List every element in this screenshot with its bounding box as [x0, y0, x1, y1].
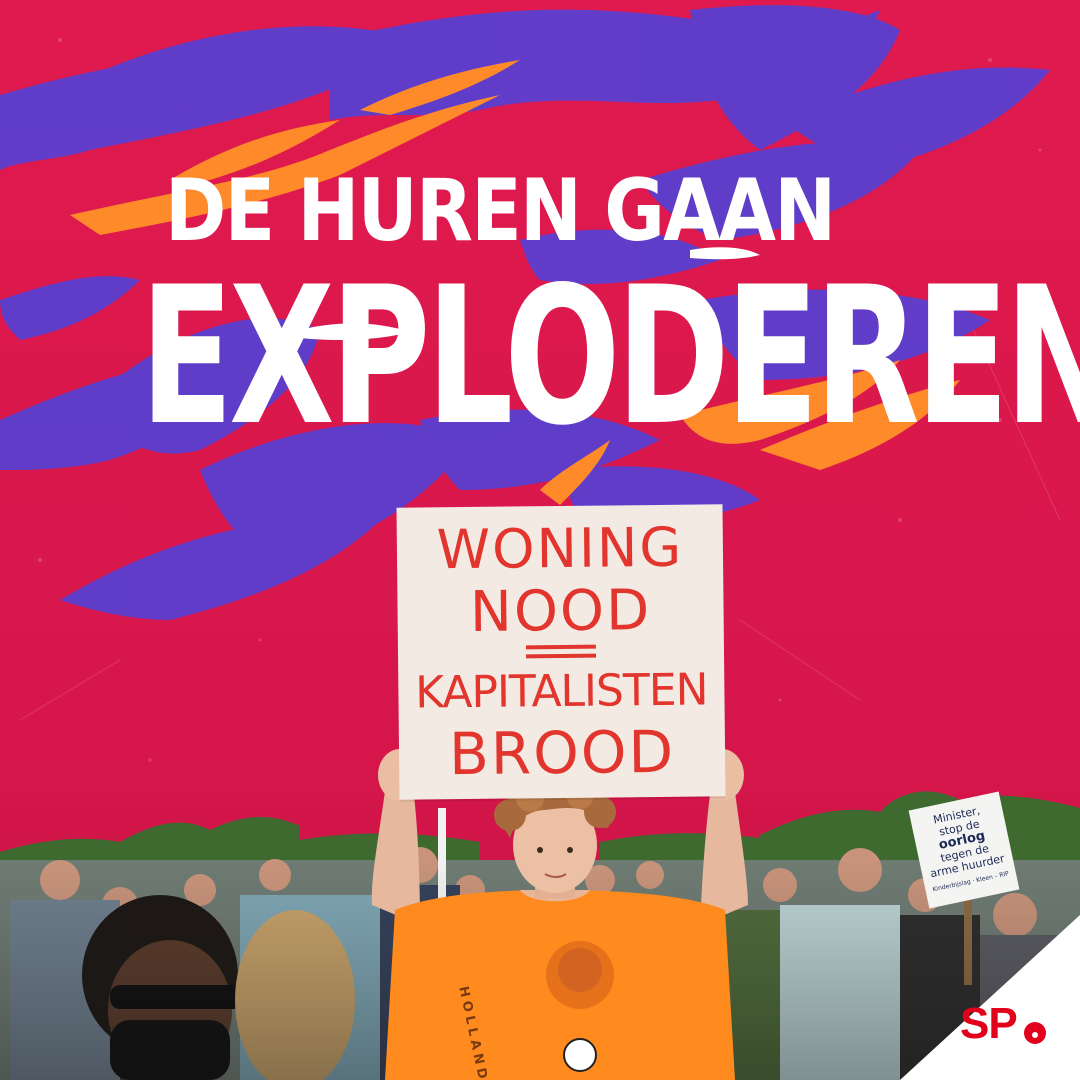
sign-line-woning: WONING [436, 515, 684, 582]
headline: DE HUREN GAAN EXPLODEREN! [0, 0, 1080, 480]
sign-line-kapitalisten: KAPITALISTEN [415, 664, 708, 719]
sp-logo: SP [960, 999, 1018, 1048]
sign-line-nood: NOOD [469, 578, 652, 645]
sign-line-brood: BROOD [448, 717, 676, 789]
tomato-logo-icon [1024, 1022, 1046, 1044]
campaign-poster: DE HUREN GAAN EXPLODEREN! WONING NOOD KA… [0, 0, 1080, 1080]
protest-sign: WONING NOOD KAPITALISTEN BROOD [396, 504, 726, 800]
headline-line-2: EXPLODEREN! [140, 246, 1080, 467]
headline-line-1: DE HUREN GAAN [165, 161, 836, 261]
equals-sign-icon [525, 644, 597, 659]
